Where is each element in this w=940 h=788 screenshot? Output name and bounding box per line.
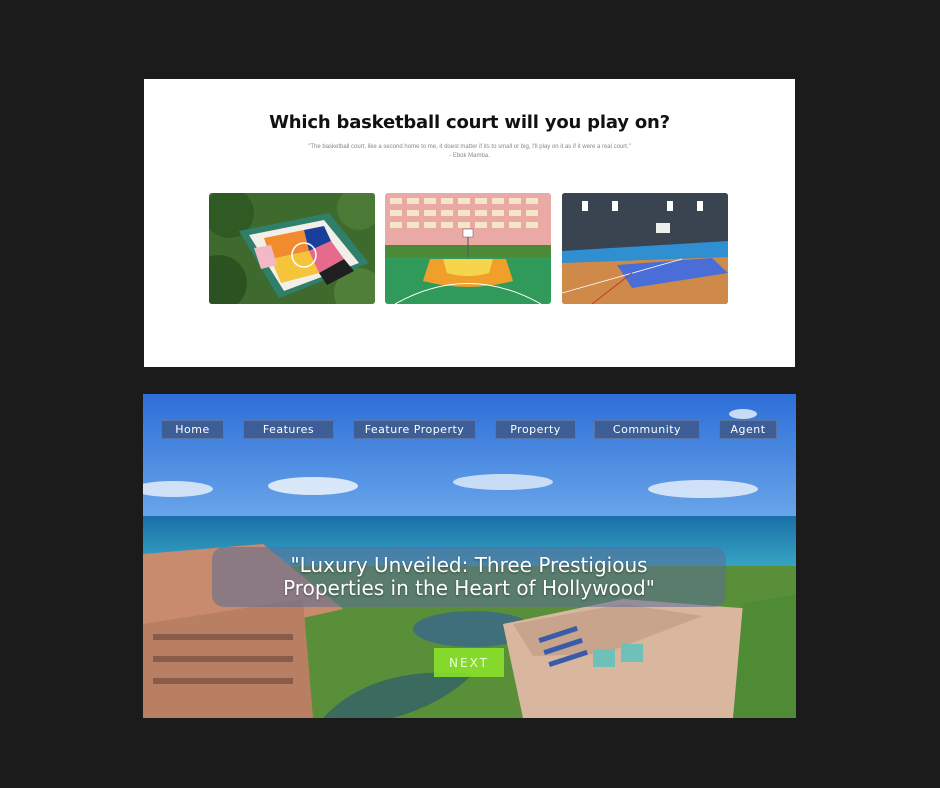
next-button[interactable]: NEXT [434, 648, 504, 677]
nav-agent[interactable]: Agent [719, 420, 777, 439]
urban-court-image[interactable] [385, 193, 551, 304]
quote-author: - Ebok Mamba. [449, 153, 490, 159]
quote-text: "The basketball court, like a second hom… [308, 144, 631, 150]
nav-home[interactable]: Home [161, 420, 224, 439]
headline-line-1: "Luxury Unveiled: Three Prestigious [290, 553, 648, 577]
quote: "The basketball court, like a second hom… [144, 143, 795, 161]
basketball-section: Which basketball court will you play on?… [144, 79, 795, 367]
hero-section: Home Features Feature Property Property … [143, 394, 796, 718]
nav-features[interactable]: Features [243, 420, 334, 439]
headline-line-2: Properties in the Heart of Hollywood" [283, 576, 655, 600]
section-title: Which basketball court will you play on? [269, 112, 670, 133]
hero-headline: "Luxury Unveiled: Three Prestigious Prop… [212, 554, 726, 600]
nav-feature-property[interactable]: Feature Property [353, 420, 476, 439]
nav-community[interactable]: Community [594, 420, 700, 439]
outdoor-colorful-court-image[interactable] [209, 193, 375, 304]
nav-property[interactable]: Property [495, 420, 576, 439]
indoor-court-image[interactable] [562, 193, 728, 304]
